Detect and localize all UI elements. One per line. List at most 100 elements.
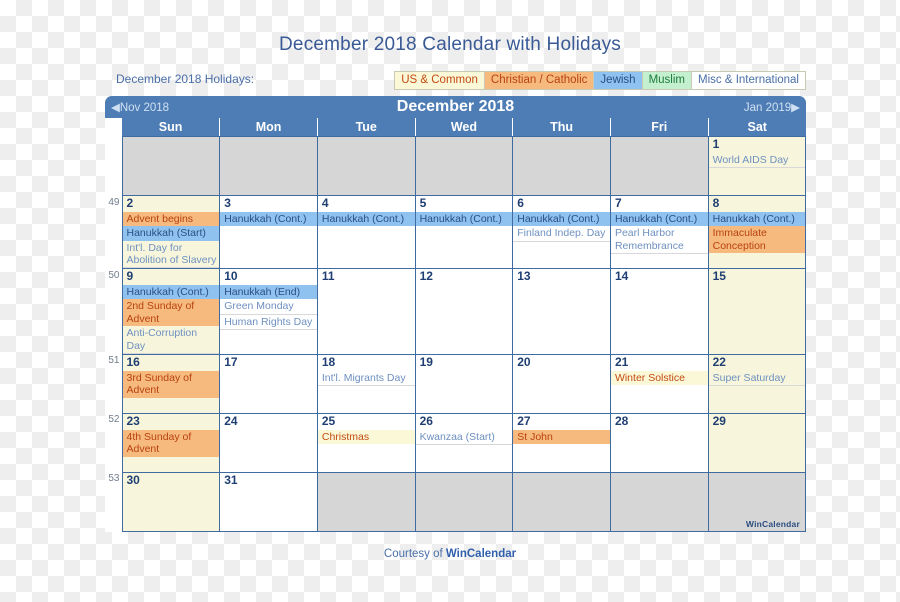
day-number: 30 — [126, 472, 140, 487]
calendar-day-cell[interactable]: 16 3rd Sunday of Advent — [121, 353, 221, 414]
calendar-day-cell[interactable]: 18 Int'l. Migrants Day — [316, 353, 416, 414]
week-number: 52 — [108, 414, 120, 426]
holiday-entry[interactable]: Hanukkah (Start) — [122, 226, 220, 241]
calendar-day-cell[interactable]: 7 Hanukkah (Cont.) Pearl Harbor Remembranc… — [609, 194, 709, 270]
calendar-cell-empty — [414, 136, 514, 196]
calendar-day-cell[interactable]: 19 — [414, 353, 514, 414]
week-number: 53 — [108, 473, 120, 485]
legend-chip-us[interactable]: US & Common — [394, 71, 484, 90]
holiday-entry[interactable]: Int'l. Day for Abolition of Slavery — [122, 241, 220, 269]
week-number-header — [105, 118, 122, 137]
day-number: 5 — [419, 196, 427, 210]
calendar-cell-empty — [512, 471, 611, 532]
calendar-day-cell[interactable]: 10 Hanukkah (End) Green Monday Human Rights… — [219, 268, 318, 355]
holiday-entry[interactable]: Winter Solstice — [610, 370, 708, 386]
calendar-header-bar: ◀Nov 2018 December 2018 Jan 2019▶ — [105, 96, 806, 118]
holiday-entry[interactable]: Hanukkah (Cont.) — [708, 211, 806, 227]
day-events: 3rd Sunday of Advent — [122, 370, 220, 398]
calendar-day-cell[interactable]: 2 Advent begins Hanukkah (Start) Int'l. Day… — [121, 194, 221, 270]
calendar-day-cell[interactable]: 26 Kwanzaa (Start) — [414, 412, 514, 473]
day-number: 6 — [517, 196, 524, 210]
calendar-day-cell[interactable]: 8 Hanukkah (Cont.) Immaculate Conception — [707, 194, 807, 270]
calendar-cell-empty — [316, 136, 416, 196]
holiday-entry[interactable]: Green Monday — [220, 299, 317, 315]
calendar-day-cell[interactable]: 23 4th Sunday of Advent — [121, 412, 221, 473]
calendar-day-cell[interactable]: 30 — [121, 471, 221, 532]
holiday-entry[interactable]: 3rd Sunday of Advent — [122, 370, 220, 398]
week-number: 51 — [108, 355, 120, 367]
holiday-entry[interactable]: Pearl Harbor Remembrance — [610, 226, 708, 254]
day-events: Hanukkah (Cont.) — [220, 211, 317, 227]
weekday-header-sun: Sun — [122, 118, 220, 137]
calendar-day-cell[interactable]: 24 — [219, 412, 318, 473]
day-number: 13 — [517, 269, 531, 284]
holiday-entry[interactable]: Anti-Corruption Day — [122, 326, 220, 354]
holiday-entry[interactable]: Human Rights Day — [220, 315, 317, 331]
holiday-entry[interactable]: Hanukkah (Cont.) — [513, 211, 610, 227]
calendar-day-cell[interactable]: 12 — [414, 268, 514, 355]
calendar-day-cell[interactable]: 6 Hanukkah (Cont.) Finland Indep. Day — [512, 194, 611, 270]
holiday-entry[interactable]: Hanukkah (End) — [220, 285, 317, 300]
holiday-entry[interactable]: Hanukkah (Cont.) — [220, 211, 317, 227]
calendar-cell-empty — [414, 471, 514, 532]
calendar-day-cell[interactable]: 29 — [707, 412, 807, 473]
calendar-day-cell[interactable]: 9 Hanukkah (Cont.) 2nd Sunday of Advent Ant… — [121, 268, 221, 355]
holiday-entry[interactable]: Hanukkah (Cont.) — [317, 211, 415, 227]
calendar-day-cell[interactable]: 31 — [219, 471, 318, 532]
legend-chip-mus[interactable]: Muslim — [641, 71, 691, 90]
calendar-day-cell[interactable]: 22 Super Saturday — [707, 353, 807, 414]
calendar-day-cell[interactable]: 1 World AIDS Day — [707, 136, 807, 196]
holiday-entry[interactable]: Advent begins — [122, 211, 220, 227]
calendar-cell-empty — [609, 136, 709, 196]
holiday-entry[interactable]: Hanukkah (Cont.) — [415, 211, 513, 227]
legend-chip-jew[interactable]: Jewish — [593, 71, 642, 90]
holiday-entry[interactable]: Immaculate Conception — [708, 226, 806, 253]
day-events: Hanukkah (Cont.) Immaculate Conception — [708, 211, 806, 253]
holiday-entry[interactable]: Int'l. Migrants Day — [317, 371, 415, 387]
calendar-day-cell[interactable]: 14 — [609, 268, 709, 355]
day-events: Kwanzaa (Start) — [415, 430, 513, 446]
day-number: 18 — [321, 354, 336, 369]
holiday-entry[interactable]: Hanukkah (Cont.) — [122, 285, 220, 300]
calendar-day-cell[interactable]: 28 — [609, 412, 709, 473]
calendar-day-cell[interactable]: 27 St John — [512, 412, 611, 473]
weekday-header-wed: Wed — [414, 118, 513, 137]
day-events: Winter Solstice — [610, 370, 708, 386]
legend-chip-chr[interactable]: Christian / Catholic — [483, 71, 594, 90]
legend-chip-misc[interactable]: Misc & International — [691, 71, 806, 90]
holiday-entry[interactable]: Kwanzaa (Start) — [415, 430, 513, 446]
day-number: 14 — [614, 269, 629, 284]
calendar-day-cell[interactable]: 3 Hanukkah (Cont.) — [219, 194, 318, 270]
calendar-day-cell[interactable]: 21 Winter Solstice — [609, 353, 709, 414]
calendar-day-cell[interactable]: 17 — [219, 353, 318, 414]
footer-brand[interactable]: WinCalendar — [446, 548, 516, 560]
holiday-entry[interactable]: Hanukkah (Cont.) — [610, 211, 708, 227]
calendar-day-cell[interactable]: 5 Hanukkah (Cont.) — [414, 194, 514, 270]
week-number: 50 — [108, 269, 120, 281]
next-month-link[interactable]: Jan 2019▶ — [744, 100, 800, 114]
holiday-entry[interactable]: World AIDS Day — [708, 153, 806, 169]
holiday-entry[interactable]: 4th Sunday of Advent — [122, 429, 220, 457]
holiday-entry[interactable]: Super Saturday — [708, 371, 806, 387]
weekday-header-fri: Fri — [609, 118, 709, 137]
holiday-entry[interactable]: Christmas — [317, 429, 415, 445]
calendar-day-cell[interactable]: 11 — [316, 268, 416, 355]
day-number: 27 — [517, 413, 531, 428]
calendar-week-row: 1 World AIDS Day — [105, 136, 807, 196]
day-number: 17 — [224, 354, 238, 369]
holiday-entry[interactable]: St John — [513, 429, 610, 445]
day-number: 15 — [712, 269, 726, 284]
calendar-day-cell[interactable]: 25 Christmas — [316, 412, 416, 473]
calendar-day-cell[interactable]: 15 — [707, 268, 807, 355]
calendar-day-cell[interactable]: 20 — [512, 353, 611, 414]
holiday-entry[interactable]: Finland Indep. Day — [513, 226, 610, 242]
calendar-week-row: 52 23 4th Sunday of Advent 24 25 Christmas 26 K… — [105, 412, 807, 473]
day-number: 1 — [712, 137, 720, 151]
calendar-day-cell[interactable]: 13 — [512, 268, 611, 355]
day-number: 4 — [321, 196, 329, 210]
weekday-header-thu: Thu — [512, 118, 611, 137]
calendar-day-cell[interactable]: 4 Hanukkah (Cont.) — [316, 194, 416, 270]
calendar-cell-empty — [609, 471, 709, 532]
holiday-entry[interactable]: 2nd Sunday of Advent — [122, 299, 220, 327]
week-number: 49 — [108, 196, 120, 208]
